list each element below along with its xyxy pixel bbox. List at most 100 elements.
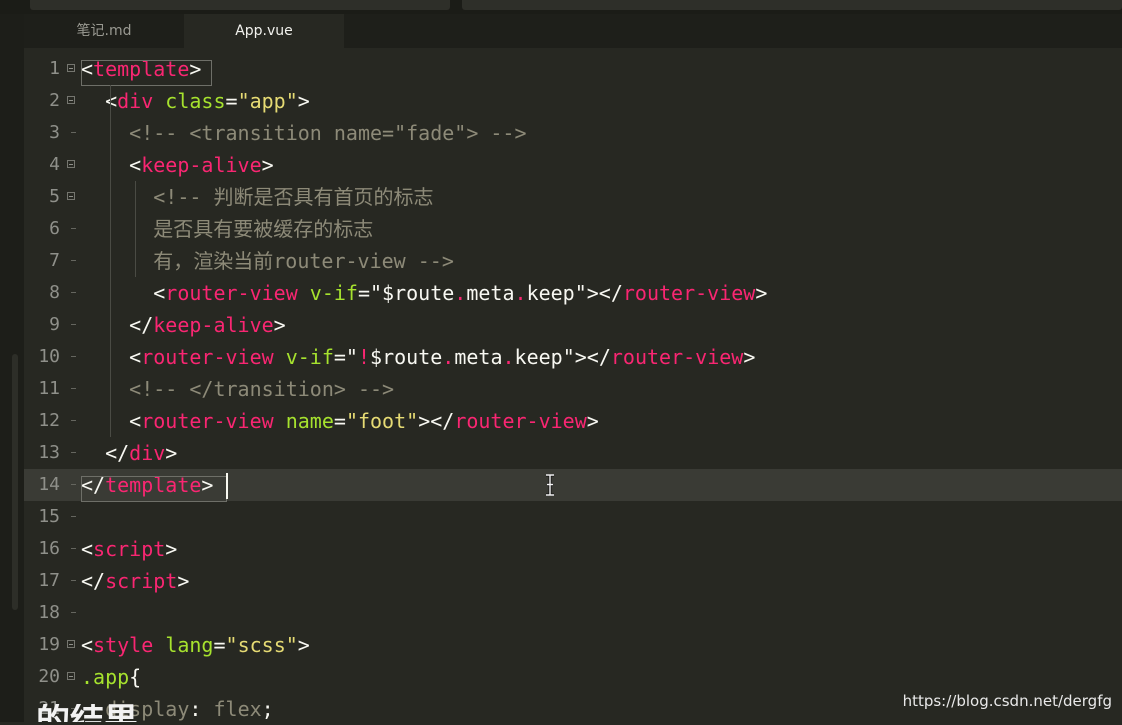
code-line[interactable]: 18 — [24, 597, 1122, 629]
text-caret — [226, 473, 228, 499]
token: meta — [454, 345, 503, 369]
code-line[interactable]: 9 </keep-alive> — [24, 309, 1122, 341]
token: > — [273, 313, 286, 337]
token: < — [81, 89, 118, 113]
token: meta — [466, 281, 515, 305]
token: =" — [333, 345, 358, 369]
code-text: </script> — [81, 570, 189, 592]
text-cursor-ibeam-icon — [546, 474, 554, 496]
code-text: <router-view v-if="$route.meta.keep"></r… — [81, 282, 767, 304]
gutter-tick — [71, 420, 76, 421]
token: > — [297, 89, 310, 113]
gutter-tick — [71, 580, 76, 581]
token: keep-alive — [153, 313, 274, 337]
token: < — [81, 537, 94, 561]
token: router-view — [622, 281, 756, 305]
token: = — [213, 633, 226, 657]
code-line[interactable]: 4 <keep-alive> — [24, 149, 1122, 181]
fold-toggle-icon[interactable] — [67, 160, 75, 168]
line-number: 20 — [38, 666, 60, 687]
code-line[interactable]: 16 <script> — [24, 533, 1122, 565]
token: ; — [261, 697, 274, 721]
code-line[interactable]: 3 <!-- <transition name="fade"> --> — [24, 117, 1122, 149]
token: > — [165, 537, 178, 561]
token: router-view — [141, 345, 274, 369]
token: div — [117, 89, 154, 113]
token: 是否具有要被缓存的标志 — [81, 217, 374, 241]
tab-notes-md[interactable]: 笔记.md — [24, 14, 184, 48]
fold-toggle-icon[interactable] — [67, 192, 75, 200]
line-number: 17 — [38, 570, 60, 591]
code-line[interactable]: 17 </script> — [24, 565, 1122, 597]
token: router-view — [165, 281, 298, 305]
token: { — [129, 665, 142, 689]
token: </ — [81, 441, 130, 465]
token: </ — [81, 569, 106, 593]
scrollbar-track[interactable] — [12, 354, 18, 610]
code-line[interactable]: 11 <!-- </transition> --> — [24, 373, 1122, 405]
token: "scss" — [225, 633, 298, 657]
code-line[interactable]: 19 <style lang="scss"> — [24, 629, 1122, 661]
code-line[interactable]: 8 <router-view v-if="$route.meta.keep"><… — [24, 277, 1122, 309]
token: .app — [81, 665, 130, 689]
token: v-if — [309, 281, 358, 305]
gutter-tick — [71, 324, 76, 325]
code-line[interactable]: 13 </div> — [24, 437, 1122, 469]
line-number: 19 — [38, 634, 60, 655]
code-text: </div> — [81, 442, 177, 464]
token: > — [165, 441, 178, 465]
token: ="$route — [357, 281, 455, 305]
token: keep"></ — [514, 345, 611, 369]
tab-app-vue[interactable]: App.vue — [184, 14, 344, 48]
gutter-tick — [71, 484, 76, 485]
token: lang — [165, 633, 214, 657]
fold-toggle-icon[interactable] — [67, 96, 75, 104]
line-number: 10 — [38, 346, 60, 367]
side-panel-strip — [0, 14, 24, 722]
code-line[interactable]: 1 <template> — [24, 53, 1122, 86]
code-line[interactable]: 6 是否具有要被缓存的标志 — [24, 213, 1122, 245]
code-line[interactable]: 12 <router-view name="foot"></router-vie… — [24, 405, 1122, 437]
token: > — [743, 345, 756, 369]
line-number: 3 — [49, 122, 60, 143]
gutter-tick — [71, 356, 76, 357]
fold-toggle-icon[interactable] — [67, 64, 75, 72]
code-line[interactable]: 10 <router-view v-if="!$route.meta.keep"… — [24, 341, 1122, 373]
token: </ — [81, 313, 154, 337]
token: > — [755, 281, 768, 305]
code-line[interactable]: 14 </template> — [24, 469, 1122, 502]
line-number: 2 — [49, 90, 60, 111]
fold-toggle-icon[interactable] — [67, 672, 75, 680]
gutter-tick — [71, 132, 76, 133]
code-line[interactable]: 7 有，渲染当前router-view --> — [24, 245, 1122, 277]
token: router-view — [610, 345, 744, 369]
gutter-tick — [71, 548, 76, 549]
token: > — [586, 409, 599, 433]
token: = — [225, 89, 238, 113]
token: <!-- </transition> --> — [81, 377, 395, 401]
code-line[interactable]: 5 <!-- 判断是否具有首页的标志 — [24, 181, 1122, 213]
code-line[interactable]: 15 — [24, 501, 1122, 533]
token: class — [165, 89, 226, 113]
line-number: 12 — [38, 410, 60, 431]
indent-guide — [110, 85, 111, 437]
token: script — [93, 537, 166, 561]
gutter-tick — [71, 612, 76, 613]
fold-toggle-icon[interactable] — [67, 640, 75, 648]
token: style — [93, 633, 154, 657]
code-editor[interactable]: 1 <template> 2 <div class="app"> 3 <!-- <tr… — [24, 48, 1122, 722]
code-line[interactable]: 20 .app{ — [24, 661, 1122, 693]
token: < — [81, 281, 166, 305]
code-text: 是否具有要被缓存的标志 — [81, 218, 373, 240]
line-number: 11 — [38, 378, 60, 399]
token: . — [502, 345, 515, 369]
token: keep-alive — [141, 153, 262, 177]
code-text: 有，渲染当前router-view --> — [81, 250, 454, 272]
code-text: <script> — [81, 538, 177, 560]
token: < — [81, 153, 142, 177]
code-line[interactable]: 2 <div class="app"> — [24, 85, 1122, 117]
code-text: <style lang="scss"> — [81, 634, 310, 656]
gutter-tick — [71, 452, 76, 453]
